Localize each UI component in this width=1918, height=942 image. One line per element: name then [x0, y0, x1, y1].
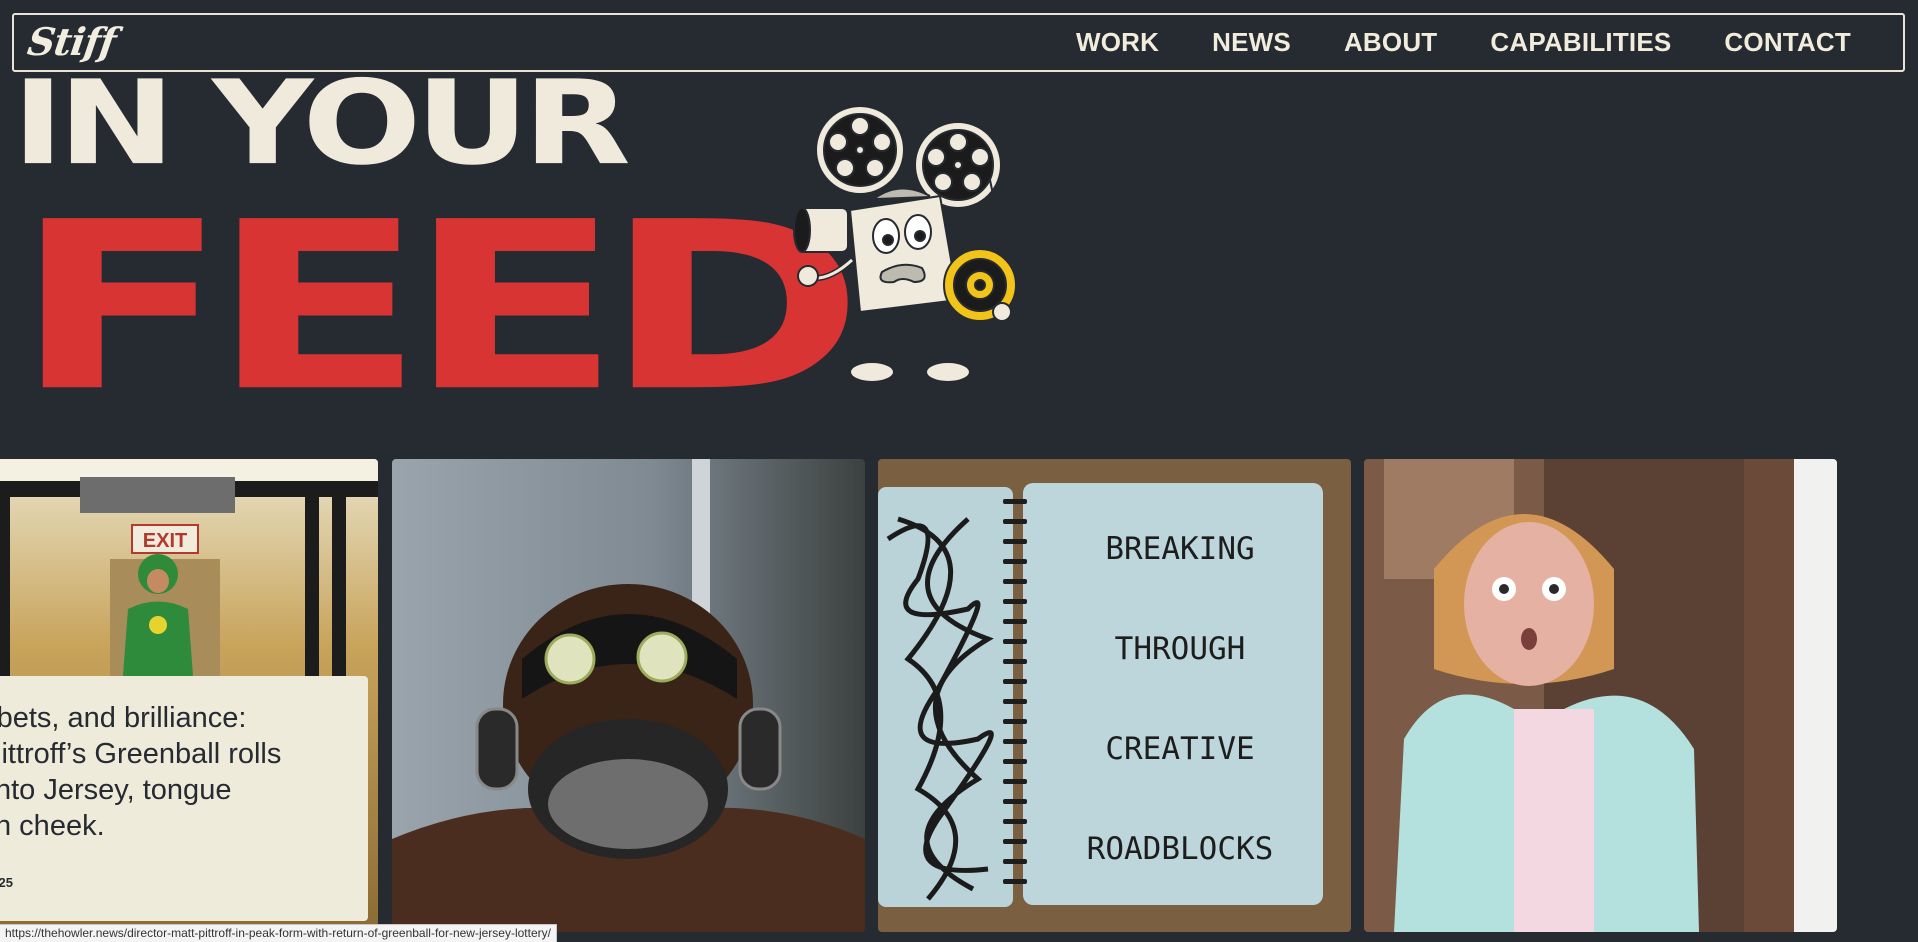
nav-work[interactable]: WORK	[1076, 27, 1159, 58]
notebook-photo: BREAKING THROUGH CREATIVE ROADBLOCKS	[878, 459, 1351, 932]
card-date: 2025	[0, 875, 13, 890]
card-title-line: s, bets, and brilliance:	[0, 702, 247, 734]
browser-status-url: https://thehowler.news/director-matt-pit…	[0, 924, 557, 942]
notebook-word-3: CREATIVE	[1105, 731, 1254, 767]
card-title-line: t Pittroff’s Greenball rolls	[0, 738, 282, 770]
man-cucumber-photo	[392, 459, 865, 932]
woman-bathrobe-photo	[1364, 459, 1837, 932]
card-hover-panel[interactable]: s, bets, and brilliance: t Pittroff’s Gr…	[0, 676, 368, 921]
nav-about[interactable]: ABOUT	[1344, 27, 1437, 58]
nav-contact[interactable]: CONTACT	[1724, 27, 1851, 58]
hero-headline-line1: IN YOUR	[12, 56, 631, 192]
news-card-creative-roadblocks[interactable]: BREAKING THROUGH CREATIVE ROADBLOCKS	[878, 459, 1351, 932]
nav-links: WORK NEWS ABOUT CAPABILITIES CONTACT	[1076, 15, 1903, 70]
card-title-line: y in cheek.	[0, 810, 105, 842]
hero-headline-line2: FEED	[14, 172, 864, 443]
projector-mascot-illustration	[793, 105, 1017, 383]
notebook-word-2: THROUGH	[1115, 631, 1246, 667]
notebook-word-1: BREAKING	[1105, 531, 1254, 567]
news-card-relaxation[interactable]	[392, 459, 865, 932]
news-card-surprised-woman[interactable]	[1364, 459, 1837, 932]
nav-capabilities[interactable]: CAPABILITIES	[1490, 27, 1671, 58]
nav-news[interactable]: NEWS	[1212, 27, 1291, 58]
card-title-line: k into Jersey, tongue	[0, 774, 232, 806]
card-hover-title: s, bets, and brilliance: t Pittroff’s Gr…	[0, 700, 346, 844]
svg-text:EXIT: EXIT	[143, 530, 187, 552]
notebook-word-4: ROADBLOCKS	[1087, 831, 1274, 867]
